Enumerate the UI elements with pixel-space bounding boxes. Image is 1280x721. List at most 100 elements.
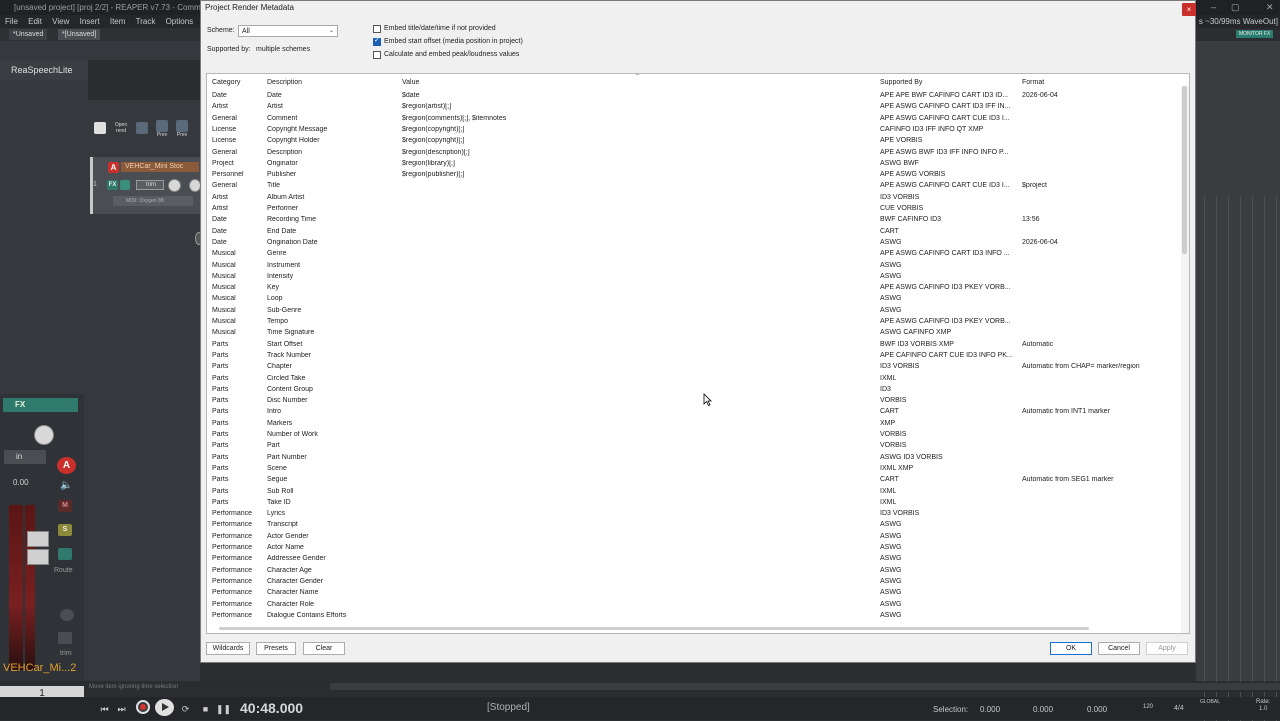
cell-value[interactable]: $region(copyright)[;] [402, 126, 878, 133]
table-row[interactable]: Parts Chapter ID3 VORBIS Automatic from CHA… [207, 362, 1183, 373]
cell-value[interactable]: $region(description)[;] [402, 149, 878, 156]
menu-track[interactable]: Track [136, 15, 156, 28]
table-row[interactable]: Parts Number of Work VORBIS [207, 430, 1183, 441]
table-row[interactable]: General Title APE ASWG CAFINFO CART CUE ID… [207, 181, 1183, 192]
mixer-trim-label[interactable]: trim [60, 650, 72, 657]
clear-button[interactable]: Clear [303, 642, 345, 655]
checkbox-embed-start-offset-label[interactable]: Embed start offset (media position in pr… [384, 38, 523, 45]
checkbox-embed-start-offset[interactable] [373, 36, 381, 46]
cell-format[interactable]: 2026-06-04 [1022, 239, 1172, 246]
checkbox-calculate-peak-label[interactable]: Calculate and embed peak/loudness values [384, 51, 519, 58]
column-supported-by[interactable]: Supported By [880, 79, 922, 86]
table-row[interactable]: Performance Actor Name ASWG [207, 543, 1183, 554]
table-horizontal-scrollbar[interactable] [219, 626, 1175, 632]
column-description[interactable]: Description [267, 79, 302, 86]
table-row[interactable]: Parts Track Number APE CAFINFO CART CUE ID… [207, 351, 1183, 362]
table-row[interactable]: General Comment $region(comments)[;], $ite… [207, 114, 1183, 125]
ok-button[interactable]: OK [1050, 642, 1092, 655]
cancel-button[interactable]: Cancel [1098, 642, 1140, 655]
phase-invert-icon[interactable] [60, 609, 74, 621]
global-button[interactable]: GLOBAL [1200, 699, 1220, 705]
checkbox-embed-title[interactable] [373, 25, 381, 33]
render-icon[interactable] [94, 122, 106, 134]
table-row[interactable]: Performance Actor Gender ASWG [207, 532, 1183, 543]
table-row[interactable]: Date Recording Time BWF CAFINFO ID3 13:56 [207, 215, 1183, 226]
arrange-hscroll[interactable] [330, 683, 1280, 690]
table-row[interactable]: Performance Character Age ASWG [207, 566, 1183, 577]
table-row[interactable]: Musical Instrument ASWG [207, 261, 1183, 272]
wildcards-button[interactable]: Wildcards [206, 642, 250, 655]
pause-icon[interactable]: ❚❚ [216, 703, 231, 715]
cell-format[interactable]: Automatic from SEG1 marker [1022, 476, 1172, 483]
cell-format[interactable]: Automatic [1022, 341, 1172, 348]
table-row[interactable]: Parts Disc Number VORBIS [207, 396, 1183, 407]
selection-length[interactable]: 0.000 [1087, 705, 1107, 714]
loop-icon[interactable]: ⟳ [179, 703, 192, 715]
table-row[interactable]: Performance Character Role ASWG [207, 600, 1183, 611]
mute-button[interactable]: M [58, 500, 72, 512]
mixer-track-name[interactable]: VEHCar_Mi...2 [3, 662, 76, 674]
column-value[interactable]: Value [402, 79, 419, 86]
time-signature[interactable]: 4/4 [1174, 705, 1184, 712]
table-row[interactable]: License Copyright Holder $region(copyright… [207, 136, 1183, 147]
column-format[interactable]: Format [1022, 79, 1044, 86]
table-row[interactable]: Date Origination Date ASWG 2026-06-04 [207, 238, 1183, 249]
mixer-fx-button[interactable]: FX [3, 398, 78, 412]
presets-button[interactable]: Presets [256, 642, 296, 655]
menu-insert[interactable]: Insert [80, 15, 100, 28]
table-row[interactable]: Parts Scene IXML XMP [207, 464, 1183, 475]
table-row[interactable]: Parts Intro CART Automatic from INT1 marker [207, 407, 1183, 418]
table-row[interactable]: Parts Circled Take IXML [207, 374, 1183, 385]
mixer-volume-knob[interactable] [34, 425, 54, 445]
play-icon[interactable] [155, 699, 174, 716]
table-row[interactable]: Musical Time Signature ASWG CAFINFO XMP [207, 328, 1183, 339]
record-icon[interactable] [136, 700, 150, 714]
arrange-view[interactable] [1196, 41, 1280, 721]
table-row[interactable]: Musical Intensity ASWG [207, 272, 1183, 283]
cell-value[interactable]: $region(artist)[;] [402, 103, 878, 110]
table-row[interactable]: Parts Segue CART Automatic from SEG1 marker [207, 475, 1183, 486]
trim-button[interactable]: trim [136, 180, 164, 190]
track-fx-button[interactable]: FX [107, 180, 118, 190]
stop-icon[interactable]: ■ [199, 703, 212, 715]
checkbox-embed-title-label[interactable]: Embed title/date/time if not provided [384, 25, 496, 32]
timeline-ruler[interactable] [88, 60, 200, 100]
menu-item[interactable]: Item [110, 15, 126, 28]
cell-value[interactable]: $date [402, 92, 878, 99]
table-row[interactable]: Personnel Publisher $region(publisher)[;] A… [207, 170, 1183, 181]
record-arm-button[interactable]: A [108, 162, 119, 173]
go-end-icon[interactable]: ⏭ [115, 703, 128, 715]
table-row[interactable]: Parts Part Number ASWG ID3 VORBIS [207, 453, 1183, 464]
table-row[interactable]: Performance Transcript ASWG [207, 520, 1183, 531]
phase-icon[interactable] [58, 548, 72, 560]
table-row[interactable]: Parts Content Group ID3 [207, 385, 1183, 396]
table-row[interactable]: General Description $region(description)[;… [207, 148, 1183, 159]
table-row[interactable]: Musical Sub-Genre ASWG [207, 306, 1183, 317]
table-row[interactable]: Parts Markers XMP [207, 419, 1183, 430]
volume-fader-2[interactable] [27, 549, 49, 565]
route-button[interactable]: Route [54, 567, 73, 574]
cell-format[interactable]: 13:56 [1022, 216, 1172, 223]
table-row[interactable]: Project Originator $region(library)[;] ASWG… [207, 159, 1183, 170]
mixer-record-arm[interactable]: A [57, 457, 76, 474]
menu-options[interactable]: Options [166, 15, 194, 28]
toolbar-grid-icon[interactable] [136, 122, 148, 134]
input-button[interactable]: in [4, 450, 46, 464]
close-window-icon[interactable]: ✕ [1266, 2, 1274, 13]
table-row[interactable]: Performance Character Name ASWG [207, 588, 1183, 599]
menu-view[interactable]: View [52, 15, 69, 28]
table-row[interactable]: Parts Take ID IXML [207, 498, 1183, 509]
track-fx-bypass[interactable] [120, 180, 130, 190]
cell-value[interactable]: $region(comments)[;], $itemnotes [402, 115, 878, 122]
vscroll-thumb[interactable] [1182, 86, 1187, 254]
cell-value[interactable]: $region(publisher)[;] [402, 171, 878, 178]
table-vertical-scrollbar[interactable] [1181, 86, 1189, 633]
table-row[interactable]: Artist Album Artist ID3 VORBIS [207, 193, 1183, 204]
selection-end[interactable]: 0.000 [1033, 705, 1053, 714]
table-row[interactable]: Musical Loop ASWG [207, 294, 1183, 305]
table-row[interactable]: Date Date $date APE APE BWF CAFINFO CART ID… [207, 91, 1183, 102]
metadata-table[interactable]: Category Description Value ⌃ Supported B… [206, 73, 1190, 634]
table-row[interactable]: License Copyright Message $region(copyrigh… [207, 125, 1183, 136]
table-row[interactable]: Artist Performer CUE VORBIS [207, 204, 1183, 215]
table-row[interactable]: Parts Sub Roll IXML [207, 487, 1183, 498]
